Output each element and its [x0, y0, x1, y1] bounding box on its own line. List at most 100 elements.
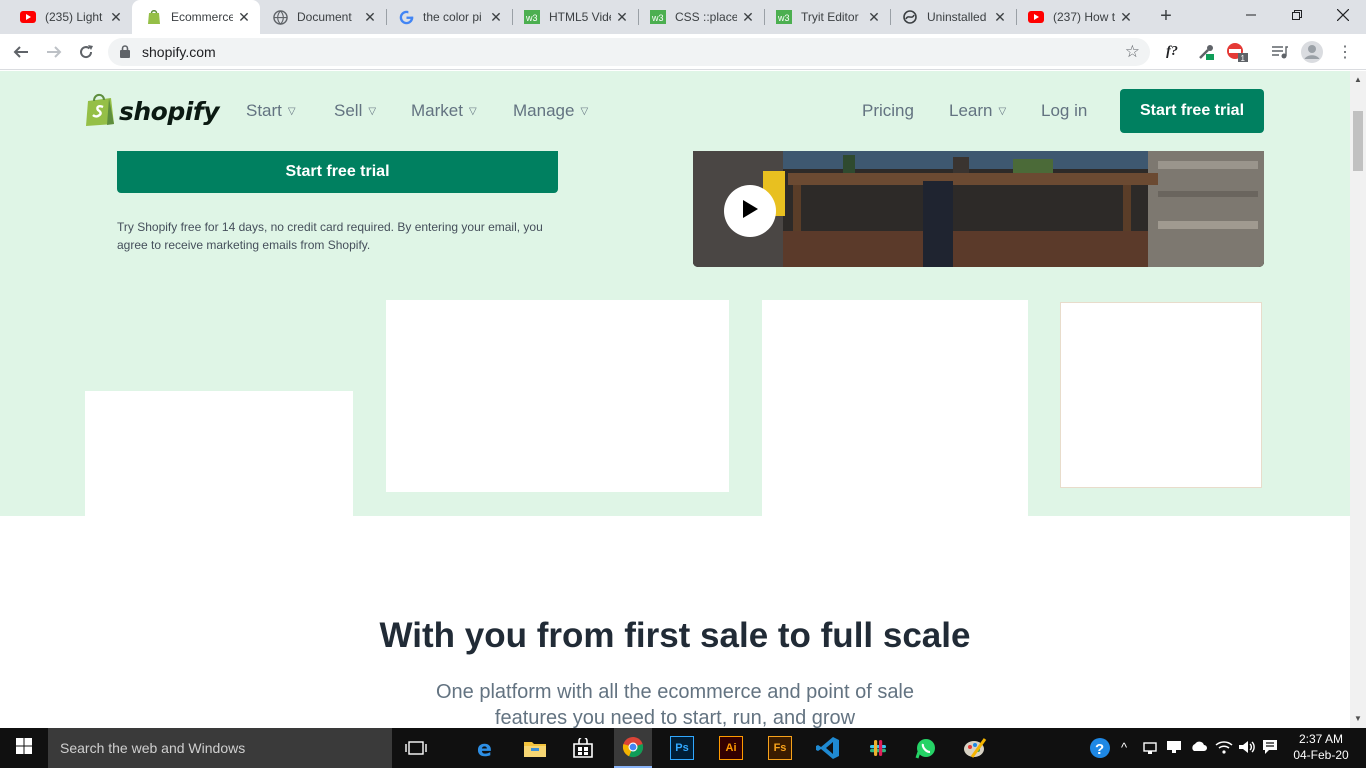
taskbar-clock[interactable]: 2:37 AM 04-Feb-20: [1290, 731, 1352, 763]
start-free-trial-header-button[interactable]: Start free trial: [1120, 89, 1264, 133]
paint-icon[interactable]: [963, 736, 987, 760]
forward-button[interactable]: [42, 40, 66, 64]
reload-button[interactable]: [74, 40, 98, 64]
display-tray-icon[interactable]: [1166, 740, 1182, 757]
illustrator-icon[interactable]: Ai: [719, 736, 743, 760]
feature-image-card: [85, 391, 353, 516]
nav-manage-label: Manage: [513, 101, 575, 120]
scroll-up-icon[interactable]: ▲: [1354, 75, 1362, 84]
svg-text:?: ?: [1095, 741, 1104, 758]
play-video-button[interactable]: [724, 185, 776, 237]
close-icon[interactable]: ✕: [992, 9, 1008, 25]
scroll-thumb[interactable]: [1353, 111, 1363, 171]
close-icon[interactable]: ✕: [614, 9, 630, 25]
chevron-down-icon: ▽: [468, 105, 477, 117]
hero-video[interactable]: [693, 151, 1264, 267]
onedrive-icon[interactable]: [1190, 740, 1208, 755]
nav-market-label: Market: [411, 101, 463, 120]
restore-button[interactable]: [1274, 0, 1320, 30]
chrome-icon[interactable]: [614, 728, 652, 768]
profile-avatar-icon[interactable]: [1301, 41, 1323, 63]
shopify-logo[interactable]: shopify: [85, 92, 220, 131]
start-button[interactable]: [0, 728, 48, 768]
chevron-down-icon: ▽: [998, 105, 1007, 117]
nav-learn[interactable]: Learn ▽: [949, 101, 1006, 121]
photoshop-label: Ps: [675, 742, 689, 754]
usb-tray-icon[interactable]: [1142, 740, 1158, 757]
nav-start[interactable]: Start ▽: [246, 101, 296, 121]
tab-tryit-editor[interactable]: w3 Tryit Editor ✕: [764, 0, 890, 34]
windows-taskbar: Search the web and Windows e Ps Ai Fs ? …: [0, 728, 1366, 768]
minimize-button[interactable]: [1228, 0, 1274, 30]
tab-uninstalled[interactable]: Uninstalled ✕: [890, 0, 1016, 34]
tab-label: (237) How t: [1053, 10, 1115, 24]
nav-sell[interactable]: Sell ▽: [334, 101, 376, 121]
eyedropper-extension-icon[interactable]: [1196, 42, 1216, 62]
hero-section: shopify Start ▽ Sell ▽ Market ▽ Manage ▽ Pri…: [0, 71, 1350, 516]
svg-text:e: e: [477, 737, 492, 759]
adblock-extension-icon[interactable]: 1: [1226, 42, 1248, 62]
globe-icon: [272, 9, 288, 25]
whatsapp-icon[interactable]: [914, 736, 938, 760]
tab-label: CSS ::placeh: [675, 10, 737, 24]
fireworks-icon[interactable]: Fs: [768, 736, 792, 760]
action-center-icon[interactable]: [1262, 739, 1278, 760]
slack-icon[interactable]: [866, 736, 890, 760]
clock-date: 04-Feb-20: [1293, 748, 1349, 762]
logo-wordmark: shopify: [119, 97, 220, 126]
tab-youtube-how[interactable]: (237) How t ✕: [1016, 0, 1142, 34]
close-icon[interactable]: ✕: [1118, 9, 1134, 25]
start-free-trial-button[interactable]: Start free trial: [117, 151, 558, 193]
help-tray-icon[interactable]: ?: [1089, 737, 1111, 762]
back-button[interactable]: [9, 40, 33, 64]
section-headline: With you from first sale to full scale: [379, 616, 971, 655]
volume-icon[interactable]: [1238, 740, 1256, 757]
vscode-icon[interactable]: [816, 736, 840, 760]
address-bar[interactable]: shopify.com ☆: [108, 38, 1150, 66]
close-icon[interactable]: ✕: [866, 9, 882, 25]
tab-label: Tryit Editor: [801, 10, 859, 24]
edge-icon[interactable]: e: [474, 736, 498, 760]
task-view-icon[interactable]: [404, 736, 428, 760]
shopify-bag-icon: [85, 92, 115, 131]
nav-pricing[interactable]: Pricing: [862, 101, 914, 121]
taskbar-search-box[interactable]: Search the web and Windows: [48, 728, 392, 768]
show-hidden-icons-button[interactable]: ^: [1121, 740, 1127, 755]
trial-disclaimer: Try Shopify free for 14 days, no credit …: [117, 220, 543, 252]
tab-html5-video[interactable]: w3 HTML5 Vide ✕: [512, 0, 638, 34]
chevron-down-icon: ▽: [368, 105, 377, 117]
tab-label: Document: [297, 10, 352, 24]
file-explorer-icon[interactable]: [523, 736, 547, 760]
page-scrollbar[interactable]: ▲ ▼: [1350, 71, 1366, 728]
scroll-down-icon[interactable]: ▼: [1354, 714, 1362, 723]
photoshop-icon[interactable]: Ps: [670, 736, 694, 760]
section-subheadline: One platform with all the ecommerce and …: [435, 681, 915, 728]
close-icon[interactable]: ✕: [488, 9, 504, 25]
tab-youtube-light[interactable]: (235) Light ✕: [0, 0, 132, 34]
w3schools-icon: w3: [776, 9, 792, 25]
url-text: shopify.com: [142, 44, 216, 60]
wifi-icon[interactable]: [1215, 740, 1233, 757]
store-icon[interactable]: [571, 736, 595, 760]
close-window-button[interactable]: [1320, 0, 1366, 30]
tab-css-placeholder[interactable]: w3 CSS ::placeh ✕: [638, 0, 764, 34]
close-icon[interactable]: ✕: [740, 9, 756, 25]
nav-login[interactable]: Log in: [1041, 101, 1087, 121]
nav-manage[interactable]: Manage ▽: [513, 101, 588, 121]
browser-menu-icon[interactable]: ⋮: [1337, 42, 1353, 62]
new-tab-button[interactable]: +: [1154, 5, 1178, 29]
bookmark-star-icon[interactable]: ☆: [1125, 42, 1140, 62]
fireworks-label: Fs: [773, 742, 787, 754]
chevron-down-icon: ▽: [287, 105, 296, 117]
tab-document[interactable]: Document ✕: [260, 0, 386, 34]
tab-ecommerce[interactable]: Ecommerce ✕: [132, 0, 260, 34]
close-icon[interactable]: ✕: [108, 9, 124, 25]
svg-text:w3: w3: [777, 13, 790, 23]
search-placeholder: Search the web and Windows: [60, 740, 246, 756]
nav-market[interactable]: Market ▽: [411, 101, 477, 121]
tab-color-picker[interactable]: the color pi ✕: [386, 0, 512, 34]
close-icon[interactable]: ✕: [362, 9, 378, 25]
font-extension-icon[interactable]: f?: [1162, 42, 1182, 62]
close-icon[interactable]: ✕: [236, 9, 252, 25]
media-control-icon[interactable]: [1270, 42, 1290, 62]
